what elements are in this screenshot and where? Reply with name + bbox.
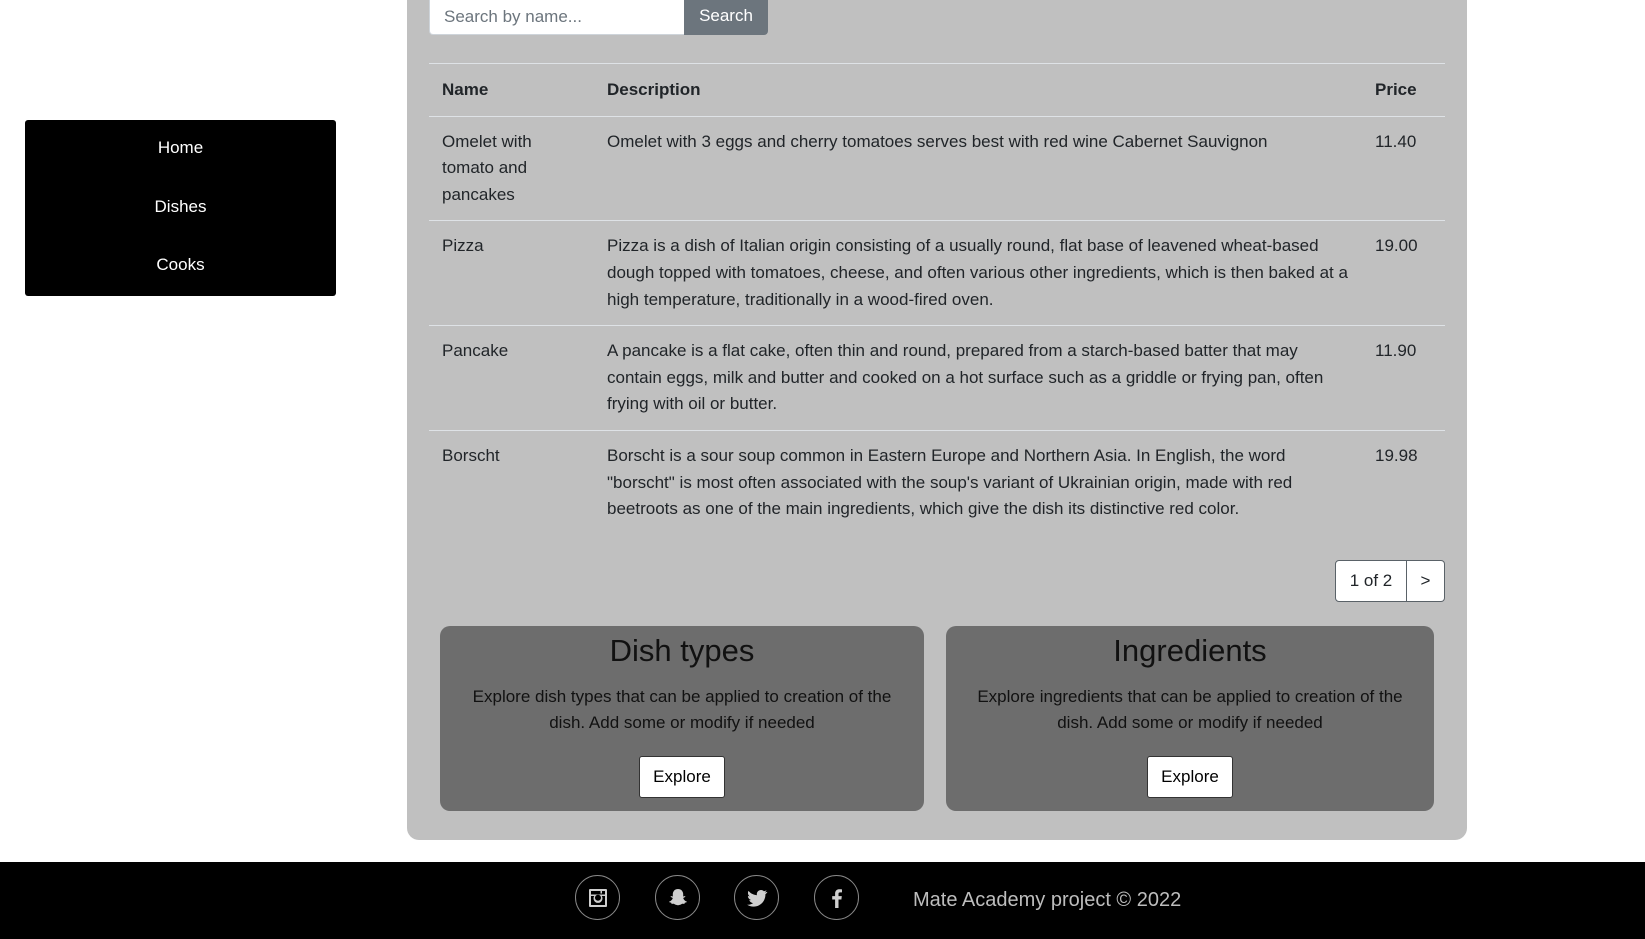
card-title: Ingredients <box>1113 633 1267 668</box>
facebook-link[interactable] <box>814 875 859 920</box>
instagram-icon <box>588 888 607 907</box>
facebook-icon <box>831 888 842 908</box>
dish-description: Borscht is a sour soup common in Eastern… <box>594 429 1362 535</box>
copyright-text: Mate Academy project © 2022 <box>913 889 1182 911</box>
explore-ingredients-button[interactable]: Explore <box>1147 755 1233 798</box>
main-content: Search Name Description Price Omelet wit… <box>407 0 1467 840</box>
dish-price: 11.40 <box>1362 115 1445 221</box>
next-page-button[interactable]: > <box>1407 560 1445 602</box>
table-row[interactable]: Borscht Borscht is a sour soup common in… <box>429 429 1445 535</box>
dish-price: 11.90 <box>1362 325 1445 431</box>
sidebar-item-dishes[interactable]: Dishes <box>25 193 336 252</box>
table-header-row: Name Description Price <box>429 63 1445 117</box>
search-input[interactable] <box>429 0 684 35</box>
dish-price: 19.00 <box>1362 220 1445 326</box>
dish-description: Pizza is a dish of Italian origin consis… <box>594 220 1362 326</box>
dishes-table: Name Description Price Omelet with tomat… <box>429 63 1445 535</box>
twitter-link[interactable] <box>734 875 779 920</box>
snapchat-link[interactable] <box>655 875 700 920</box>
dish-name: Borscht <box>429 429 594 535</box>
pagination: 1 of 2 > <box>1335 560 1445 602</box>
dish-name: Pancake <box>429 325 594 431</box>
card-text: Explore dish types that can be applied t… <box>472 687 892 733</box>
footer: Mate Academy project © 2022 <box>0 862 1645 939</box>
table-row[interactable]: Omelet with tomato and pancakes Omelet w… <box>429 115 1445 221</box>
column-header-price: Price <box>1362 63 1445 117</box>
card-title: Dish types <box>609 633 755 668</box>
dish-types-card: Dish types Explore dish types that can b… <box>440 626 924 811</box>
sidebar-item-cooks[interactable]: Cooks <box>25 251 336 310</box>
sidebar-nav: Home Dishes Cooks <box>25 120 336 296</box>
dish-description: Omelet with 3 eggs and cherry tomatoes s… <box>594 115 1362 221</box>
dish-name: Pizza <box>429 220 594 326</box>
search-button[interactable]: Search <box>684 0 768 35</box>
dish-name: Omelet with tomato and pancakes <box>429 115 594 221</box>
instagram-link[interactable] <box>575 875 620 920</box>
snapchat-icon <box>668 888 687 905</box>
column-header-name: Name <box>429 63 594 117</box>
dish-price: 19.98 <box>1362 429 1445 535</box>
page-indicator[interactable]: 1 of 2 <box>1335 560 1407 602</box>
search-form: Search <box>429 0 768 35</box>
column-header-description: Description <box>594 63 1362 117</box>
card-text: Explore ingredients that can be applied … <box>977 687 1403 733</box>
explore-dish-types-button[interactable]: Explore <box>639 755 725 798</box>
table-row[interactable]: Pancake A pancake is a flat cake, often … <box>429 325 1445 431</box>
table-row[interactable]: Pizza Pizza is a dish of Italian origin … <box>429 220 1445 326</box>
twitter-icon <box>746 889 767 907</box>
ingredients-card: Ingredients Explore ingredients that can… <box>946 626 1434 811</box>
dish-description: A pancake is a flat cake, often thin and… <box>594 325 1362 431</box>
sidebar-item-home[interactable]: Home <box>25 134 336 193</box>
